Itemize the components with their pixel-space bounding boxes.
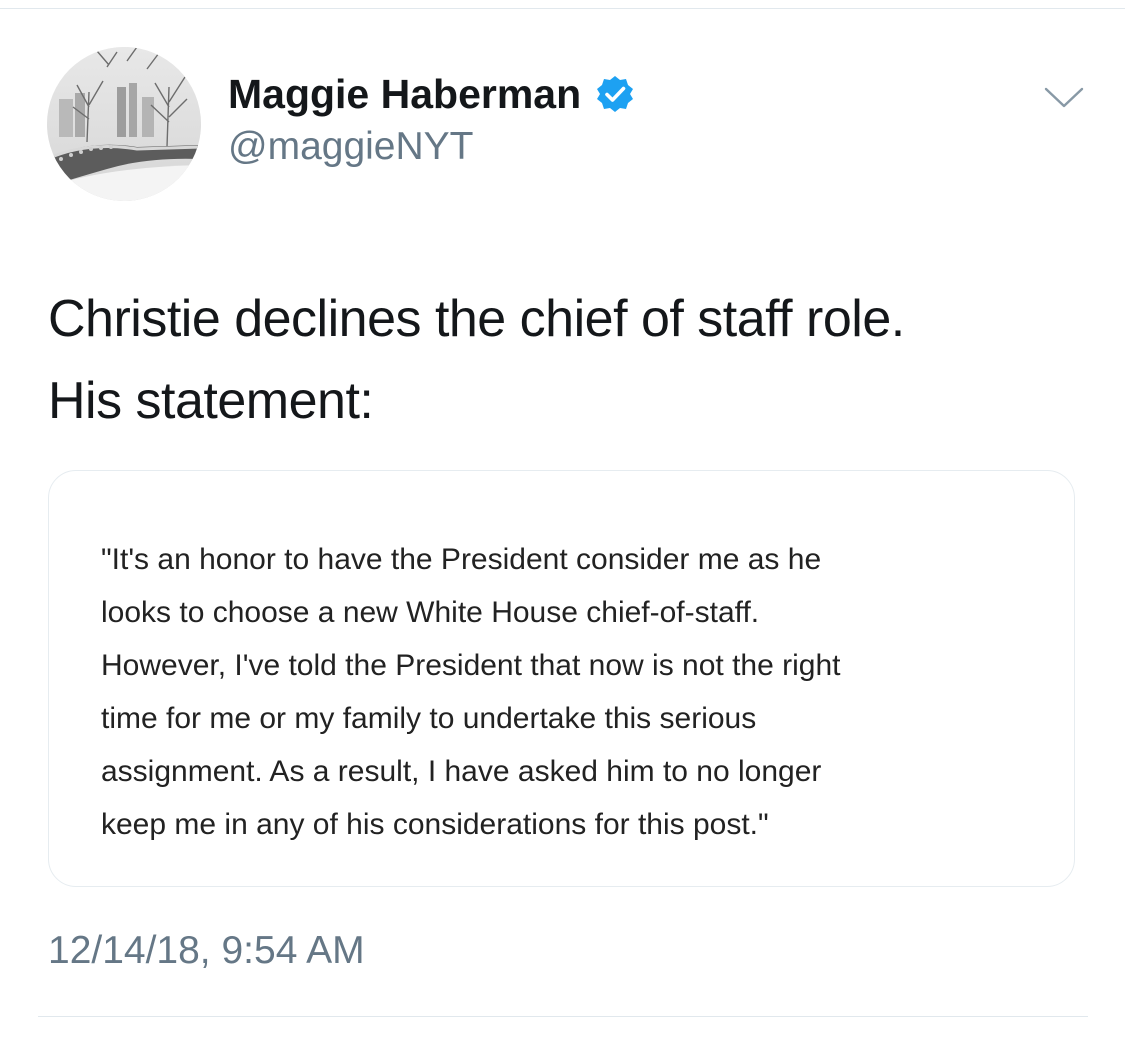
tweet-text-line: Christie declines the chief of staff rol… <box>48 290 905 348</box>
top-divider <box>0 8 1125 9</box>
media-image-card[interactable]: "It's an honor to have the President con… <box>48 470 1075 887</box>
author-handle[interactable]: @maggieNYT <box>228 124 474 170</box>
statement-text: "It's an honor to have the President con… <box>101 533 1061 851</box>
chevron-down-icon[interactable] <box>1042 82 1086 112</box>
statement-line: However, I've told the President that no… <box>101 649 841 682</box>
bottom-divider <box>38 1016 1088 1017</box>
statement-line: assignment. As a result, I have asked hi… <box>101 755 822 788</box>
verified-badge-icon <box>597 76 634 112</box>
tweet-text-line: His statement: <box>48 372 374 430</box>
statement-line: time for me or my family to undertake th… <box>101 702 757 735</box>
author-display-name[interactable]: Maggie Haberman <box>228 70 581 118</box>
avatar[interactable] <box>47 47 201 201</box>
statement-line: keep me in any of his considerations for… <box>101 808 769 841</box>
statement-line: "It's an honor to have the President con… <box>101 543 822 576</box>
tweet-timestamp[interactable]: 12/14/18, 9:54 AM <box>48 928 365 974</box>
statement-line: looks to choose a new White House chief-… <box>101 596 760 629</box>
tweet-text: Christie declines the chief of staff rol… <box>48 278 1088 442</box>
avatar-photo-icon <box>47 47 201 201</box>
author-name-row[interactable]: Maggie Haberman <box>228 70 635 118</box>
